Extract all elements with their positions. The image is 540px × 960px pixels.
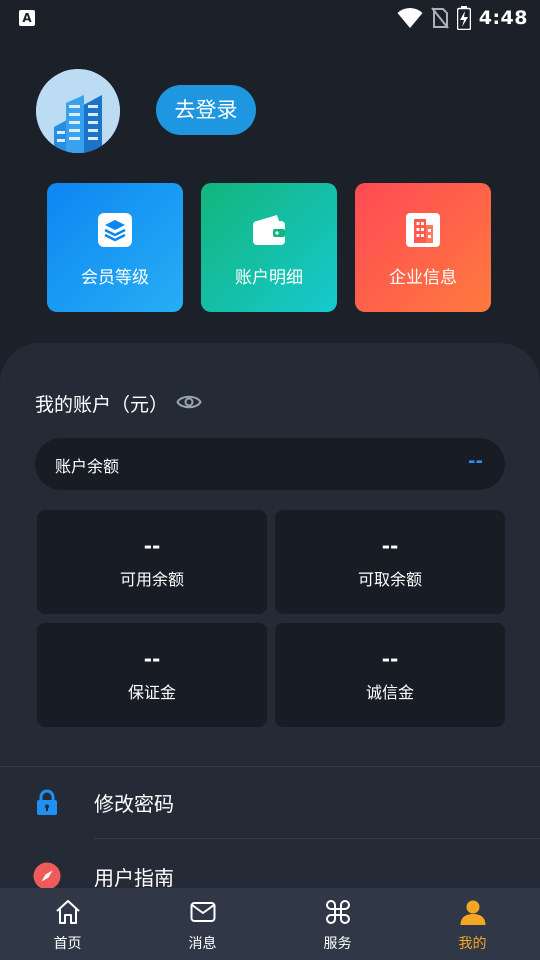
battery-charging-icon	[456, 6, 471, 30]
account-detail-card[interactable]: 账户明细	[201, 183, 337, 312]
wallet-icon	[253, 215, 285, 245]
compass-icon	[33, 862, 61, 890]
layers-icon	[98, 213, 132, 247]
nav-services-label: 服务	[323, 936, 352, 952]
nav-home-label: 首页	[53, 936, 82, 952]
nav-mine-label: 我的	[458, 936, 487, 952]
person-icon	[460, 900, 485, 925]
nav-home[interactable]: 首页	[0, 888, 135, 960]
integrity-fund-label: 诚信金	[365, 683, 414, 702]
deposit-tile: -- 保证金	[37, 623, 267, 727]
deposit-value: --	[143, 647, 161, 671]
eye-icon[interactable]	[176, 391, 202, 413]
deposit-label: 保证金	[127, 683, 176, 702]
company-info-label: 企业信息	[389, 268, 457, 288]
available-balance-value: --	[143, 534, 161, 558]
command-icon	[325, 900, 350, 924]
status-bar: A 4:48	[0, 0, 540, 36]
member-level-card[interactable]: 会员等级	[47, 183, 183, 312]
avatar[interactable]	[36, 69, 120, 153]
account-balance-row: 账户余额 --	[35, 438, 505, 490]
clock: 4:48	[478, 7, 528, 29]
account-detail-label: 账户明细	[235, 268, 303, 288]
change-password-label: 修改密码	[94, 792, 174, 816]
company-info-card[interactable]: 企业信息	[355, 183, 491, 312]
nav-messages-label: 消息	[188, 936, 217, 952]
integrity-fund-tile: -- 诚信金	[275, 623, 505, 727]
home-icon	[55, 900, 80, 924]
withdrawable-balance-value: --	[381, 534, 399, 558]
lock-icon	[37, 789, 57, 815]
integrity-fund-value: --	[381, 647, 399, 671]
building-icon	[406, 213, 440, 247]
change-password-item[interactable]: 修改密码	[0, 767, 540, 837]
account-balance-value: --	[468, 451, 483, 472]
building-avatar-icon	[36, 69, 120, 153]
wifi-icon	[397, 7, 423, 28]
mail-icon	[190, 902, 215, 922]
nav-messages[interactable]: 消息	[135, 888, 270, 960]
available-balance-tile: -- 可用余额	[37, 510, 267, 614]
bottom-nav: 首页 消息 服务 我的	[0, 888, 540, 960]
nav-mine[interactable]: 我的	[405, 888, 540, 960]
account-balance-label: 账户余额	[55, 457, 120, 476]
user-guide-label: 用户指南	[94, 866, 174, 890]
no-sim-icon	[430, 7, 449, 29]
withdrawable-balance-tile: -- 可取余额	[275, 510, 505, 614]
my-account-title: 我的账户（元）	[35, 394, 169, 416]
member-level-label: 会员等级	[81, 268, 149, 288]
login-button[interactable]: 去登录	[156, 85, 256, 135]
app-notification-icon: A	[19, 10, 35, 26]
nav-services[interactable]: 服务	[270, 888, 405, 960]
withdrawable-balance-label: 可取余额	[357, 570, 422, 589]
available-balance-label: 可用余额	[119, 570, 184, 589]
